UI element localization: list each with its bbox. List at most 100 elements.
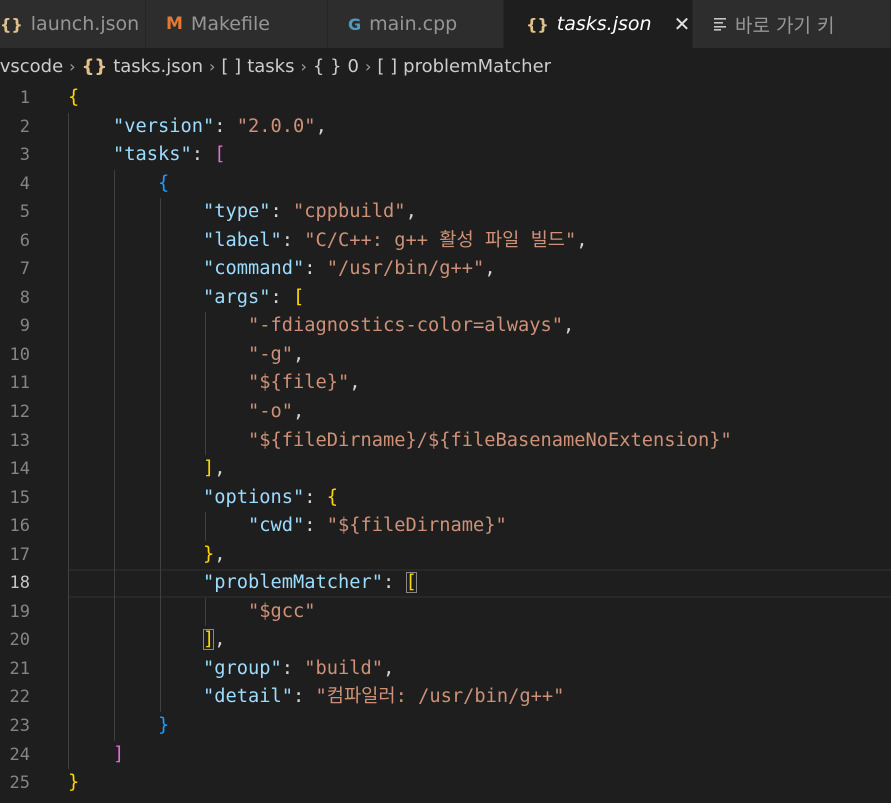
code-text: "${file}", (248, 372, 361, 394)
line-number: 18 (9, 573, 30, 594)
line-number: 15 (9, 487, 30, 508)
chevron-right-icon: › (300, 56, 307, 76)
line-number: 22 (9, 687, 30, 708)
tab-makefile[interactable]: M Makefile (146, 0, 328, 48)
code-line[interactable]: 13 "${fileDirname}/${fileBasenameNoExten… (0, 426, 891, 456)
code-text: { (158, 172, 170, 194)
breadcrumb-item-folder[interactable]: .vscode (0, 56, 63, 77)
code-line[interactable]: 6 "label": "C/C++: g++ 활성 파일 빌드", (0, 226, 891, 256)
array-symbol-icon: [ ] (377, 55, 398, 77)
makefile-m-icon: M (166, 14, 183, 34)
code-text: "detail": "컴파일러: /usr/bin/g++" (203, 686, 565, 708)
line-number: 4 (19, 173, 30, 194)
code-text: "tasks": [ (113, 144, 226, 166)
code-line[interactable]: 24 ] (0, 740, 891, 770)
chevron-right-icon: › (69, 56, 76, 76)
line-number: 25 (9, 773, 30, 794)
code-editor[interactable]: 1{2 "version": "2.0.0", 3 "tasks": [4 {5 … (0, 84, 891, 803)
breadcrumb-item-index[interactable]: { } 0 (313, 56, 359, 77)
code-text: { (68, 87, 80, 108)
code-text: "command": "/usr/bin/g++", (203, 258, 496, 280)
code-line[interactable]: 16 "cwd": "${fileDirname}" (0, 512, 891, 541)
line-number: 5 (19, 202, 30, 223)
code-line[interactable]: 12 "-o", (0, 398, 891, 427)
code-text: ] (113, 743, 125, 765)
tab-label: tasks.json (556, 13, 652, 35)
breadcrumb: .vscode › {} tasks.json › [ ] tasks › { } 0… (0, 48, 891, 84)
code-line[interactable]: 15 "options": { (0, 483, 891, 513)
code-line[interactable]: 20 ], (0, 626, 891, 655)
line-number: 20 (9, 630, 30, 651)
code-line[interactable]: 23 } (0, 712, 891, 741)
code-line[interactable]: 14 ], (0, 455, 891, 484)
tab-label: Makefile (190, 13, 270, 35)
code-text: "group": "build", (203, 657, 395, 679)
line-number: 13 (9, 430, 30, 451)
code-text: }, (203, 543, 226, 565)
chevron-right-icon: › (364, 56, 372, 76)
line-number: 14 (9, 459, 30, 480)
code-text: "args": [ (203, 286, 305, 308)
array-symbol-icon: [ ] (221, 55, 242, 77)
breadcrumb-item-problemmatcher[interactable]: [ ] problemMatcher (377, 56, 551, 77)
line-number: 16 (9, 516, 30, 537)
object-symbol-icon: { } (312, 55, 342, 77)
code-text: "$gcc" (248, 600, 316, 622)
json-braces-icon: {} (0, 14, 23, 34)
code-line[interactable]: 1{ (0, 84, 891, 113)
code-line[interactable]: 21 "group": "build", (0, 654, 891, 684)
keyboard-shortcuts-icon (713, 17, 727, 31)
tab-keyboard-shortcuts[interactable]: 바로 가기 키 (693, 0, 891, 48)
code-line[interactable]: 11 "${file}", (0, 369, 891, 399)
code-text: "problemMatcher": [ (203, 572, 417, 594)
cpp-icon: G (348, 14, 362, 34)
line-number: 19 (9, 601, 30, 622)
close-icon[interactable]: ✕ (674, 12, 691, 36)
line-number: 21 (9, 658, 30, 679)
line-number: 2 (19, 116, 30, 137)
line-number: 6 (19, 230, 30, 251)
json-braces-icon: {} (81, 55, 108, 77)
breadcrumb-item-file[interactable]: {} tasks.json (82, 56, 203, 77)
tab-tasks-json[interactable]: {} tasks.json ✕ (504, 0, 693, 48)
line-number: 7 (19, 259, 30, 280)
line-number: 1 (19, 88, 30, 108)
code-text: } (158, 715, 170, 737)
code-line[interactable]: 22 "detail": "컴파일러: /usr/bin/g++" (0, 683, 891, 713)
code-line[interactable]: 17 }, (0, 540, 891, 570)
line-number: 8 (19, 287, 30, 308)
code-line[interactable]: 5 "type": "cppbuild", (0, 198, 891, 227)
line-number: 9 (19, 316, 30, 337)
tab-label: launch.json (30, 13, 140, 35)
line-number: 10 (9, 344, 30, 365)
code-line[interactable]: 10 "-g", (0, 340, 891, 370)
code-line[interactable]: 2 "version": "2.0.0", (0, 112, 891, 142)
code-line[interactable]: 18 "problemMatcher": [ (0, 569, 891, 598)
code-line[interactable]: 9 "-fdiagnostics-color=always", (0, 312, 891, 341)
breadcrumb-item-tasks[interactable]: [ ] tasks (221, 56, 294, 77)
code-text: "cwd": "${fileDirname}" (248, 515, 507, 537)
code-text: "-fdiagnostics-color=always", (248, 315, 575, 337)
code-line[interactable]: 25} (0, 769, 891, 798)
line-number: 17 (9, 544, 30, 565)
code-line[interactable]: 19 "$gcc" (0, 597, 891, 627)
code-text: ], (203, 629, 226, 651)
code-text: "-o", (248, 401, 305, 423)
tab-bar: {} launch.json M Makefile G main.cpp {} … (0, 0, 891, 48)
code-line[interactable]: 3 "tasks": [ (0, 141, 891, 170)
code-text: "version": "2.0.0", (113, 115, 327, 137)
json-braces-icon: {} (526, 14, 549, 34)
tab-launch-json[interactable]: {} launch.json (0, 0, 146, 48)
code-text: } (68, 772, 80, 794)
code-text: ], (203, 458, 226, 480)
code-line[interactable]: 7 "command": "/usr/bin/g++", (0, 255, 891, 284)
code-text: "type": "cppbuild", (203, 201, 417, 223)
line-number: 11 (9, 373, 30, 394)
code-line[interactable]: 4 { (0, 169, 891, 199)
line-number: 12 (9, 402, 30, 423)
tab-main-cpp[interactable]: G main.cpp (328, 0, 504, 48)
code-line[interactable]: 8 "args": [ (0, 283, 891, 313)
code-text: "${fileDirname}/${fileBasenameNoExtensio… (248, 429, 732, 451)
chevron-right-icon: › (209, 56, 216, 76)
code-text: "-g", (248, 343, 305, 365)
